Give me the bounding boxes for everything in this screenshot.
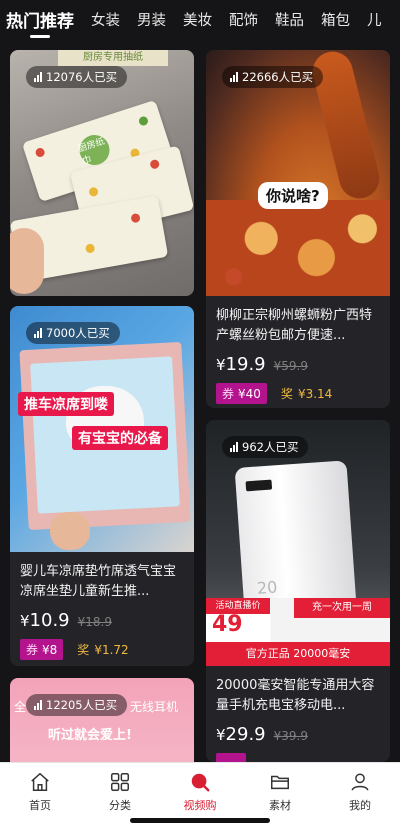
current-price: ¥19.9 <box>216 354 266 375</box>
product-title[interactable]: 柳柳正宗柳州螺蛳粉广西特产螺丝粉包邮方便速... <box>206 296 390 348</box>
hand <box>10 228 44 294</box>
product-card[interactable]: 你说啥? 22666人已买 柳柳正宗柳州螺蛳粉广西特产螺丝粉包邮方便速... ¥… <box>206 50 390 408</box>
product-card[interactable]: 推车凉席到喽 有宝宝的必备 7000人已买 婴儿车凉席垫竹席透气宝宝凉席坐垫儿童… <box>10 306 194 666</box>
original-price: ¥39.9 <box>273 729 308 743</box>
user-icon <box>351 773 369 791</box>
product-image[interactable]: 推车凉席到喽 有宝宝的必备 7000人已买 <box>10 306 194 552</box>
signal-bars-icon <box>34 328 42 338</box>
promo-caption: 推车凉席到喽 <box>18 392 114 416</box>
tab-mens[interactable]: 男装 <box>137 9 166 44</box>
promo-caption: 有宝宝的必备 <box>72 426 168 450</box>
price-row: ¥19.9 ¥59.9 <box>206 348 390 375</box>
image-slogan: 听过就会爱上! <box>48 728 132 743</box>
promo-row: 券 ¥8 奖 ¥1.72 <box>10 631 194 660</box>
original-price: ¥59.9 <box>273 359 308 373</box>
hand <box>50 512 90 550</box>
tab-beauty[interactable]: 美妆 <box>183 9 212 44</box>
product-title[interactable]: 婴儿车凉席垫竹席透气宝宝凉席坐垫儿童新生推... <box>10 552 194 604</box>
nav-profile[interactable]: 我的 <box>330 771 390 830</box>
tab-accessories[interactable]: 配饰 <box>229 9 258 44</box>
signal-bars-icon <box>34 72 42 82</box>
coupon-badge[interactable] <box>216 753 246 762</box>
banner-label: 厨房专用抽纸 <box>58 50 168 66</box>
reward-badge: 奖 ¥1.72 <box>77 643 129 657</box>
reward-badge: 奖 ¥3.14 <box>280 387 333 401</box>
food-toppings <box>206 200 390 296</box>
image-caption: 全 <box>14 700 27 714</box>
home-icon <box>31 772 49 791</box>
speech-bubble: 你说啥? <box>258 182 328 209</box>
video-shop-icon <box>191 773 210 792</box>
price-row: ¥29.9 ¥39.9 <box>206 718 390 745</box>
product-image[interactable]: 20 活动直播价 49 充一次用一周 官方正品 20000毫安 962人已买 <box>206 420 390 666</box>
banner-slogan: 充一次用一周 <box>294 598 390 618</box>
display-icon <box>245 479 273 492</box>
nav-home[interactable]: 首页 <box>10 771 70 830</box>
banner-price: 49 <box>212 612 243 637</box>
category-tabs: 热门推荐 女装 男装 美妆 配饰 鞋品 箱包 儿 <box>0 0 400 44</box>
sold-count-badge: 12205人已买 <box>26 694 128 716</box>
product-card[interactable]: 20 活动直播价 49 充一次用一周 官方正品 20000毫安 962人已买 2… <box>206 420 390 762</box>
product-card[interactable]: 厨房专用抽纸 厨房纸巾 12076人已买 <box>10 50 194 296</box>
sold-count-badge: 7000人已买 <box>26 322 120 344</box>
product-card[interactable]: 全 无线耳机 听过就会爱上! 12205人已买 <box>10 678 194 762</box>
tab-shoes[interactable]: 鞋品 <box>275 9 304 44</box>
product-feed[interactable]: 厨房专用抽纸 厨房纸巾 12076人已买 你说啥? 22666人已买 柳柳正宗柳… <box>0 44 400 762</box>
product-image[interactable]: 厨房专用抽纸 厨房纸巾 12076人已买 <box>10 50 194 296</box>
price-banner: 活动直播价 49 充一次用一周 官方正品 20000毫安 <box>206 598 390 666</box>
signal-bars-icon <box>230 72 238 82</box>
image-caption: 无线耳机 <box>130 700 179 714</box>
signal-bars-icon <box>230 442 238 452</box>
folder-icon <box>271 775 289 790</box>
capacity-mark: 20 <box>256 577 278 598</box>
sold-count-badge: 962人已买 <box>222 436 309 458</box>
promo-row: 券 ¥40 奖 ¥3.14 <box>206 375 390 404</box>
home-indicator <box>130 818 270 823</box>
product-image[interactable]: 你说啥? 22666人已买 <box>206 50 390 296</box>
signal-bars-icon <box>34 700 42 710</box>
sold-count-badge: 22666人已买 <box>222 66 324 88</box>
banner-footer: 官方正品 20000毫安 <box>206 642 390 666</box>
current-price: ¥10.9 <box>20 610 70 631</box>
product-title[interactable]: 20000毫安智能专通用大容量手机充电宝移动电... <box>206 666 390 718</box>
sold-count-badge: 12076人已买 <box>26 66 128 88</box>
current-price: ¥29.9 <box>216 724 266 745</box>
tab-bags[interactable]: 箱包 <box>321 9 350 44</box>
original-price: ¥18.9 <box>77 615 112 629</box>
product-image[interactable]: 全 无线耳机 听过就会爱上! 12205人已买 <box>10 678 194 762</box>
promo-row <box>206 745 390 762</box>
tab-kids[interactable]: 儿 <box>367 9 382 44</box>
tab-womens[interactable]: 女装 <box>91 9 120 44</box>
grid-icon <box>111 773 129 791</box>
coupon-badge[interactable]: 券 ¥40 <box>216 383 267 404</box>
price-row: ¥10.9 ¥18.9 <box>10 604 194 631</box>
tab-hot-recommend[interactable]: 热门推荐 <box>6 7 74 44</box>
coupon-badge[interactable]: 券 ¥8 <box>20 639 64 660</box>
